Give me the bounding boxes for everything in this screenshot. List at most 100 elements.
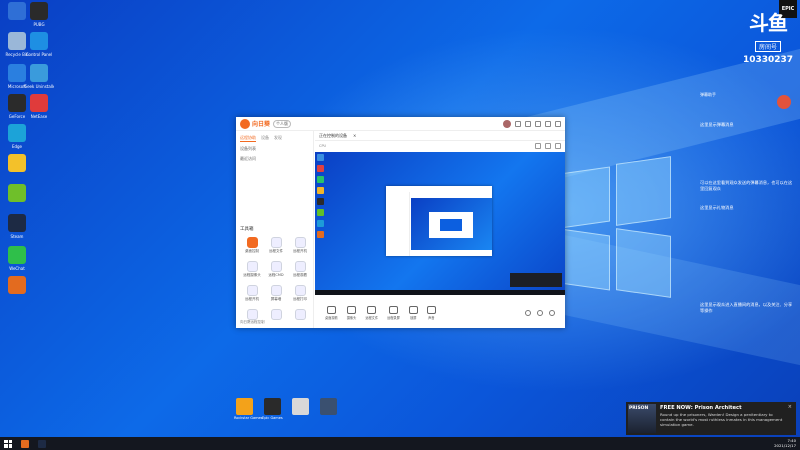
session-control-bar: 桌面观看 摄像头 远程文件 远程录屏 锁屏 声音 xyxy=(315,297,565,328)
tool-label: 远程CMD xyxy=(268,273,284,277)
toolbox-item[interactable]: 屏幕墙 xyxy=(264,285,288,302)
control-label: 远程录屏 xyxy=(387,315,400,320)
session-control-button[interactable]: 远程录屏 xyxy=(387,305,400,320)
tool-icon xyxy=(246,237,258,248)
taskbar-app-sunlogin[interactable] xyxy=(21,439,29,448)
notification-title: FREE NOW: Prison Architect xyxy=(660,405,742,411)
minimize-icon[interactable] xyxy=(545,120,551,127)
session-control-button[interactable]: 锁屏 xyxy=(408,305,418,320)
desktop-icon[interactable]: NetEase xyxy=(24,94,54,119)
notification-close-icon[interactable]: × xyxy=(788,404,792,410)
toolbox-item[interactable]: 远程CMD xyxy=(264,261,288,278)
epic-notification[interactable]: PRISON FREE NOW: Prison Architect Round … xyxy=(626,402,796,435)
desktop-icon[interactable]: Steam xyxy=(2,214,32,239)
session-control-button[interactable]: 声音 xyxy=(426,305,436,320)
remote-desktop-view[interactable] xyxy=(315,152,565,295)
edition-pill[interactable]: 个人版 xyxy=(273,119,292,128)
room-label: 房间号 xyxy=(754,41,781,52)
desktop-icon[interactable] xyxy=(2,276,32,296)
toolbox-title: 工具箱 xyxy=(240,227,254,232)
desktop-icon[interactable]: Control Panel xyxy=(24,32,54,57)
taskbar-app-steam[interactable] xyxy=(38,439,46,448)
tool-label: 远程开机 xyxy=(245,297,259,301)
session-tab-close[interactable]: × xyxy=(353,133,356,138)
tool-label: 远程打印 xyxy=(293,297,307,301)
shortcut-icon xyxy=(263,398,281,415)
share-icon[interactable] xyxy=(555,142,561,149)
room-number: 10330237 xyxy=(742,55,794,65)
remote-desktop-icons xyxy=(317,154,325,242)
tab-remote-assist[interactable]: 远程协助 xyxy=(240,135,256,142)
user-avatar[interactable] xyxy=(503,119,511,128)
desktop-shortcut[interactable] xyxy=(318,398,338,420)
desktop-icon-label: Steam xyxy=(10,234,24,239)
toolbox-item[interactable]: 远程开机 xyxy=(288,237,312,254)
device-list-row[interactable]: 设备列表 xyxy=(236,144,313,154)
control-icon xyxy=(388,305,398,314)
notification-body: Round up the prisoners, Warden! Design a… xyxy=(660,412,783,427)
desktop-icon[interactable] xyxy=(2,184,32,204)
desktop-icon[interactable]: PUBG xyxy=(24,2,54,27)
tool-label: 远程摄像头 xyxy=(243,273,261,277)
fullscreen-icon[interactable] xyxy=(545,142,551,149)
close-icon[interactable] xyxy=(555,120,561,127)
volume-icon[interactable] xyxy=(525,309,531,316)
desktop-shortcut[interactable]: Epic Games xyxy=(262,398,283,420)
session-extra-controls xyxy=(525,309,555,316)
desktop-app-icon xyxy=(30,2,48,20)
settings-icon[interactable] xyxy=(525,120,531,127)
windows-taskbar: 7:40 2021/12/17 xyxy=(0,437,800,450)
toolbox-item[interactable]: 远程观看 xyxy=(288,261,312,278)
app-titlebar[interactable]: 向日葵 个人版 xyxy=(236,117,565,131)
toolbox-item[interactable]: 远程打印 xyxy=(288,285,312,302)
tab-discover[interactable]: 发现 xyxy=(274,135,282,142)
tool-label: 桌面控制 xyxy=(245,249,259,253)
desktop-icon[interactable] xyxy=(2,154,32,174)
session-info-row: CPU xyxy=(315,141,565,150)
end-session-icon[interactable] xyxy=(549,309,555,316)
toolbox-item[interactable] xyxy=(288,309,312,321)
tool-icon xyxy=(246,285,258,296)
session-control-button[interactable]: 摄像头 xyxy=(347,305,356,320)
game-thumbnail: PRISON xyxy=(628,404,656,433)
message-icon[interactable] xyxy=(515,120,521,127)
desktop-icon[interactable]: Geek Uninstaller xyxy=(24,64,54,89)
toolbox-item[interactable] xyxy=(264,309,288,321)
tool-icon xyxy=(270,309,282,320)
desktop-icon-label: PUBG xyxy=(33,22,45,27)
toolbox-grid: 桌面控制 远程文件 远程开机 远程摄像头 远程CMD 远程观看 远程开机 屏幕墙 远程打印 xyxy=(240,237,312,321)
tool-icon xyxy=(294,285,306,296)
session-control-button[interactable]: 远程文件 xyxy=(365,305,379,320)
toolbox-item[interactable]: 远程摄像头 xyxy=(240,261,264,278)
douyu-room-overlay: 斗鱼 房间号 10330237 xyxy=(742,11,794,65)
douyu-logo: 斗鱼 xyxy=(749,11,788,35)
screenshot-icon[interactable] xyxy=(535,142,541,149)
chat-header: 弹幕助手 xyxy=(700,92,790,98)
system-tray[interactable]: 7:40 2021/12/17 xyxy=(774,438,796,448)
menu-icon[interactable] xyxy=(535,120,541,127)
desktop-shortcut[interactable]: Rockstar Games xyxy=(234,398,263,420)
start-button[interactable] xyxy=(4,439,12,448)
session-control-button[interactable]: 桌面观看 xyxy=(325,305,338,320)
desktop-icon[interactable]: WeChat xyxy=(2,246,32,271)
settings-icon[interactable] xyxy=(537,309,543,316)
app-name: 向日葵 xyxy=(252,121,271,128)
desktop-icon-label: Geek Uninstaller xyxy=(24,84,54,89)
control-icon xyxy=(367,305,377,314)
control-label: 远程文件 xyxy=(365,315,379,320)
toolbox-item[interactable]: 远程开机 xyxy=(240,285,264,302)
shortcut-icon xyxy=(291,398,309,415)
toolbox-item[interactable]: 桌面控制 xyxy=(240,237,264,254)
tab-devices[interactable]: 设备 xyxy=(261,135,269,142)
toolbox-item[interactable]: 远程文件 xyxy=(264,237,288,254)
chat-avatar xyxy=(777,95,791,109)
desktop-app-icon xyxy=(8,154,26,172)
tool-label: 远程文件 xyxy=(269,249,283,253)
session-tab[interactable]: 正在控制的设备 xyxy=(319,133,347,139)
desktop-icon-label: Edge xyxy=(11,144,23,149)
desktop-icon[interactable]: Edge xyxy=(2,124,32,149)
desktop-shortcut[interactable] xyxy=(290,398,310,420)
clock[interactable]: 7:40 2021/12/17 xyxy=(774,438,796,448)
recent-row[interactable]: 最近访问 xyxy=(236,154,313,164)
shortcut-icon xyxy=(319,398,337,415)
